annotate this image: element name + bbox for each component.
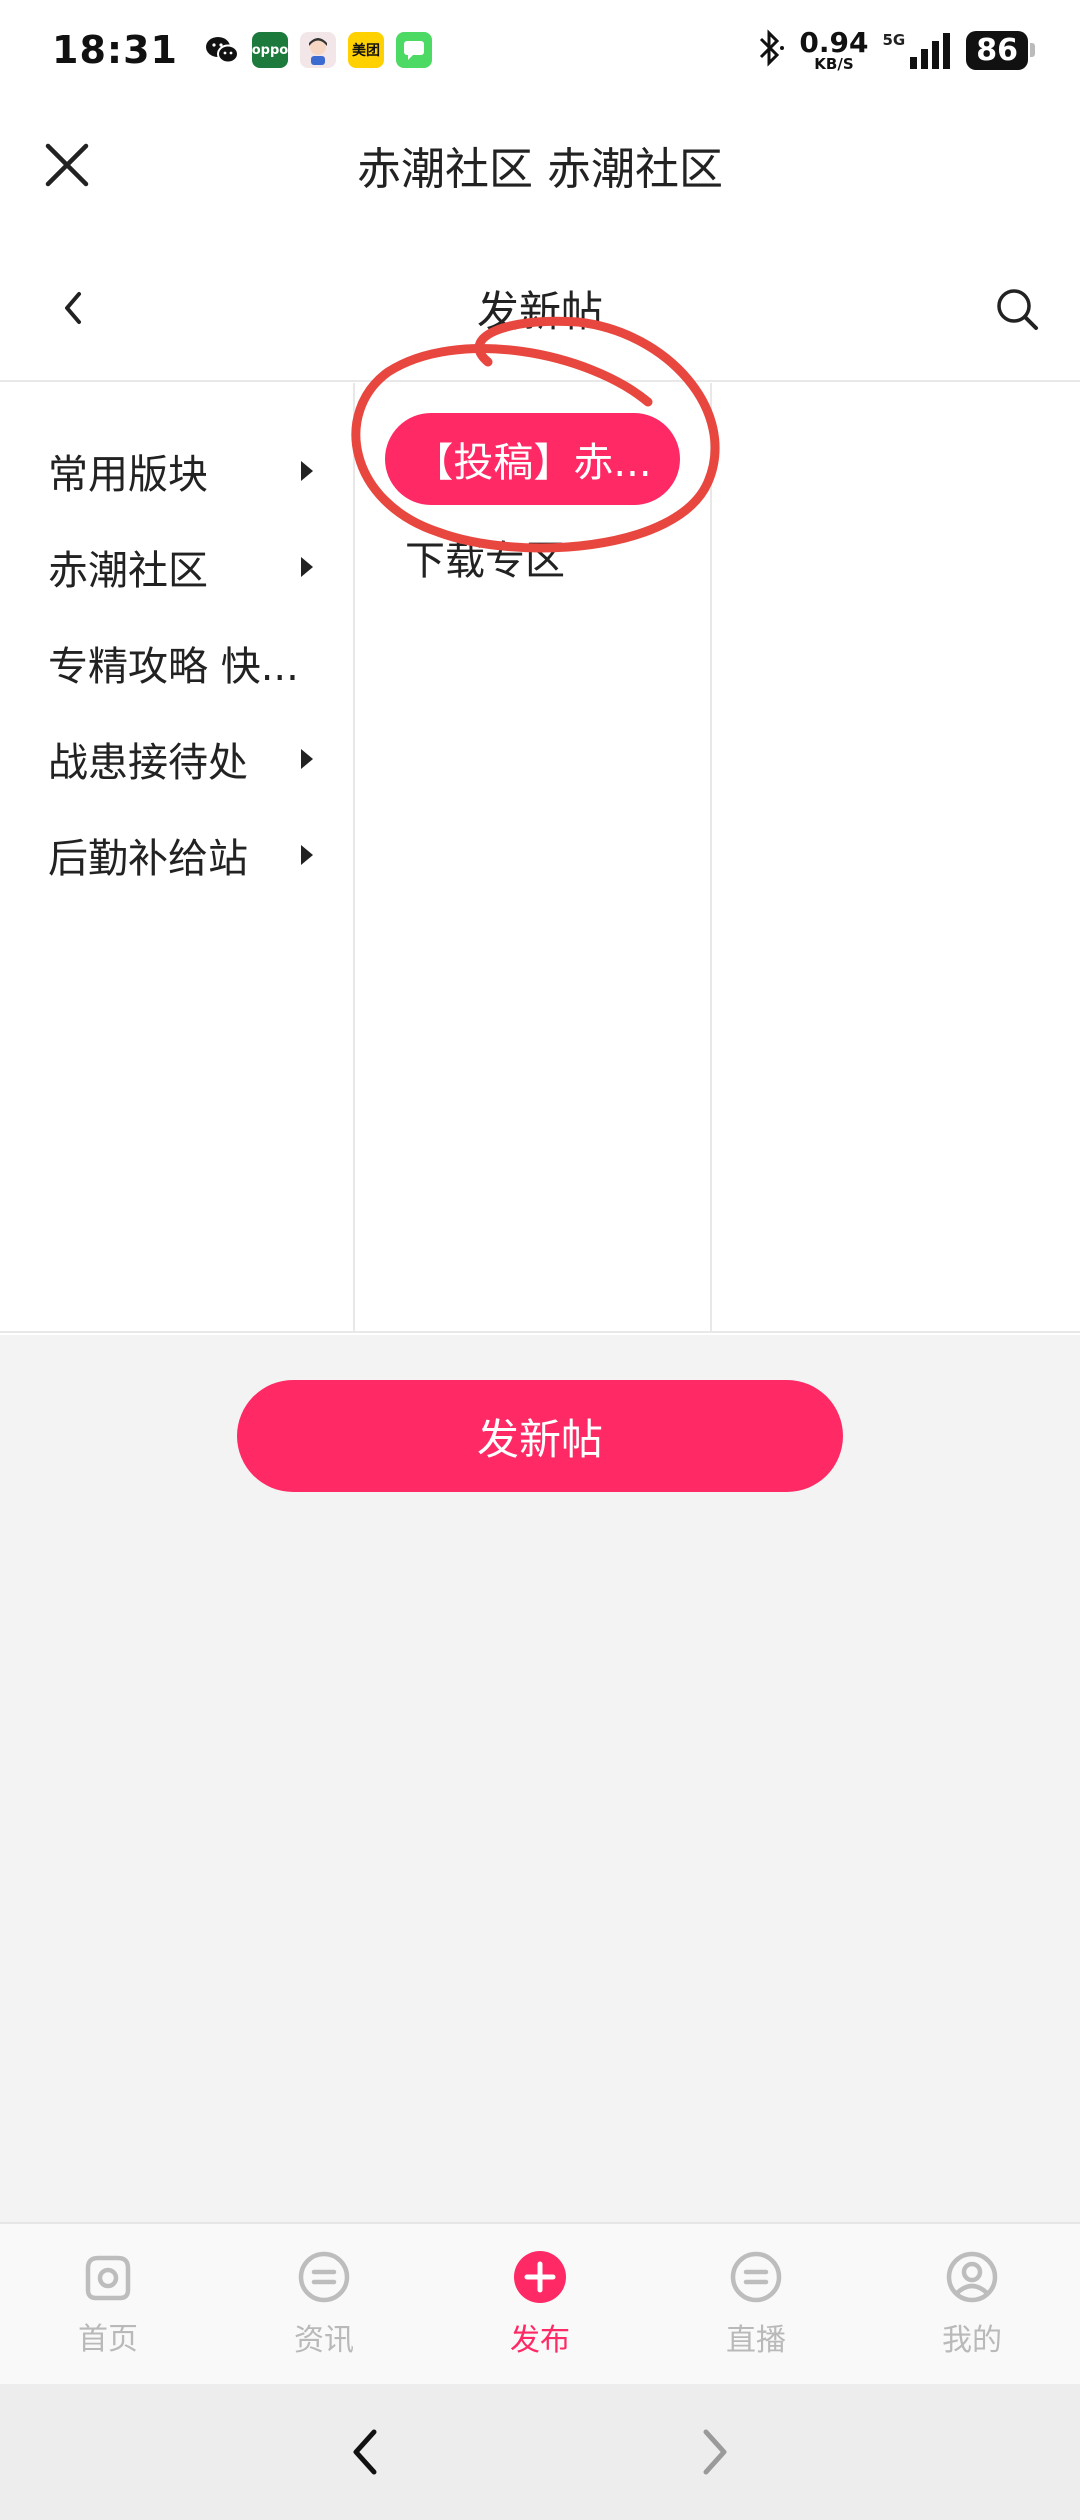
- oppo-store-label: oppo: [251, 42, 289, 58]
- news-icon: [298, 2251, 350, 2303]
- meituan-label: 美团: [351, 43, 380, 59]
- chevron-right-icon: [703, 2429, 727, 2475]
- category-item-reception[interactable]: 战患接待处: [0, 711, 353, 807]
- home-icon: [85, 2255, 131, 2301]
- battery-indicator: 86: [966, 30, 1035, 70]
- meituan-icon: 美团: [347, 32, 384, 68]
- nav-label: 首页: [78, 2322, 138, 2357]
- page-header: 发新帖: [0, 236, 1080, 382]
- avatar-app-icon: [299, 32, 336, 68]
- close-button[interactable]: [32, 130, 102, 200]
- wechat-icon: [204, 32, 240, 68]
- nav-item-news[interactable]: 资讯: [216, 2224, 432, 2384]
- search-button[interactable]: [982, 274, 1052, 344]
- page-title: 发新帖: [476, 286, 603, 336]
- net-speed-unit: KB/S: [814, 54, 854, 73]
- category-item-common[interactable]: 常用版块: [0, 423, 353, 519]
- category-item-chichao[interactable]: 赤潮社区: [0, 519, 353, 615]
- nav-item-profile[interactable]: 我的: [864, 2224, 1080, 2384]
- system-nav-bar: [0, 2384, 1080, 2520]
- caret-right-icon: [301, 557, 313, 577]
- nav-item-publish[interactable]: 发布: [432, 2224, 648, 2384]
- bluetooth-icon: [755, 28, 785, 72]
- category-label: 战患接待处: [48, 740, 248, 786]
- network-speed: 0.94 KB/S: [799, 25, 869, 73]
- status-bar: 18:31 oppo 美团 0.94 KB/S 5G 86: [0, 0, 1080, 100]
- nav-item-live[interactable]: 直播: [648, 2224, 864, 2384]
- subcategory-label: 【投稿】赤...: [413, 440, 652, 486]
- nav-label: 发布: [510, 2323, 570, 2358]
- subcategory-item-submission[interactable]: 【投稿】赤...: [385, 413, 680, 505]
- nav-label: 资讯: [294, 2323, 354, 2358]
- app-title: 赤潮社区 赤潮社区: [357, 144, 723, 195]
- signal-5g-icon: 5G: [883, 31, 953, 69]
- category-column: 常用版块 赤潮社区 专精攻略 快... 战患接待处 后勤补给站: [0, 383, 355, 1331]
- category-label: 专精攻略 快...: [48, 644, 299, 690]
- bottom-nav: 首页 资讯 发布 直播 我的: [0, 2222, 1080, 2384]
- messages-icon: [395, 32, 432, 68]
- subcategory-item-downloads[interactable]: 下载专区: [355, 509, 710, 605]
- status-time: 18:31: [52, 28, 178, 72]
- caret-right-icon: [301, 845, 313, 865]
- signal-type: 5G: [882, 31, 906, 49]
- category-item-guides[interactable]: 专精攻略 快...: [0, 615, 353, 711]
- close-icon: [45, 143, 89, 187]
- status-app-icons: oppo 美团: [204, 32, 432, 68]
- caret-right-icon: [301, 749, 313, 769]
- subcategory-column: 【投稿】赤... 下载专区: [355, 383, 712, 1331]
- back-button[interactable]: [40, 276, 104, 340]
- status-indicators: 0.94 KB/S 5G 86: [755, 25, 1035, 73]
- nav-item-home[interactable]: 首页: [0, 2224, 216, 2384]
- caret-right-icon: [301, 461, 313, 481]
- browser-back-button[interactable]: [325, 2412, 405, 2492]
- chevron-left-icon: [65, 292, 81, 324]
- subcategory-label: 下载专区: [405, 538, 565, 584]
- nav-label: 直播: [726, 2323, 786, 2358]
- category-item-logistics[interactable]: 后勤补给站: [0, 807, 353, 903]
- category-label: 后勤补给站: [48, 836, 248, 882]
- oppo-store-icon: oppo: [252, 32, 288, 68]
- category-label: 常用版块: [48, 452, 208, 498]
- app-header: 赤潮社区 赤潮社区: [0, 100, 1080, 230]
- search-icon: [997, 289, 1038, 330]
- post-new-thread-button[interactable]: 发新帖: [237, 1380, 843, 1492]
- browser-forward-button[interactable]: [675, 2412, 755, 2492]
- third-column: [712, 383, 1080, 1331]
- live-icon: [730, 2251, 782, 2303]
- category-selector: 常用版块 赤潮社区 专精攻略 快... 战患接待处 后勤补给站 【投稿】赤...…: [0, 383, 1080, 1333]
- chevron-left-icon: [353, 2429, 377, 2475]
- nav-label: 我的: [942, 2323, 1002, 2358]
- publish-icon: [514, 2251, 566, 2303]
- profile-icon: [946, 2251, 998, 2303]
- category-label: 赤潮社区: [48, 548, 208, 594]
- net-speed-value: 0.94: [799, 25, 869, 59]
